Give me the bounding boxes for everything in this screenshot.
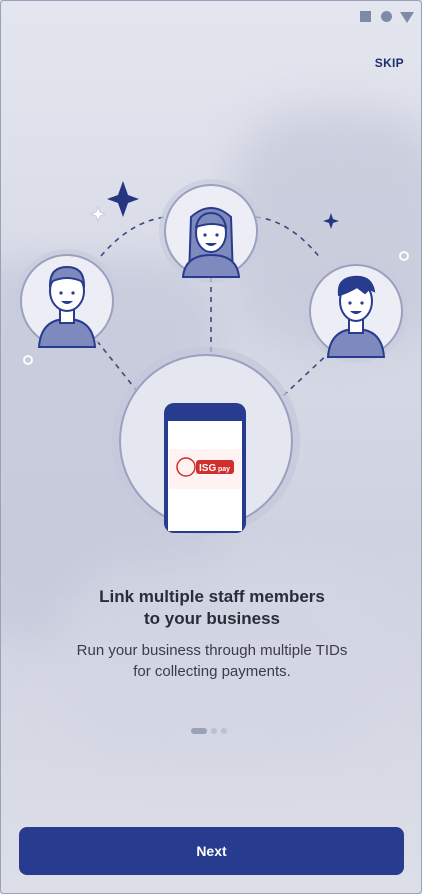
- title-line: Link multiple staff members: [99, 587, 325, 606]
- page-dot: [211, 728, 217, 734]
- subtitle-line: Run your business through multiple TIDs: [76, 642, 348, 659]
- page-indicator: [191, 728, 227, 734]
- avatar: [15, 249, 119, 353]
- staff-illustration: ISG pay: [15, 179, 409, 535]
- onboarding-title: Link multiple staff members to your busi…: [1, 586, 421, 630]
- sparkle-icon: [89, 205, 107, 223]
- logo-text: ISG: [199, 463, 216, 474]
- status-bar: [1, 1, 421, 31]
- avatar: [159, 179, 263, 283]
- screen-frame: SKIP ISG pay Link multiple staff members…: [0, 0, 422, 894]
- sparkle-icon: [107, 181, 139, 217]
- ring-decor: [23, 355, 33, 365]
- avatar: [304, 259, 408, 363]
- triangle-icon: [400, 12, 414, 23]
- phone-illustration: [112, 347, 300, 535]
- circle-icon: [381, 11, 392, 22]
- ring-decor: [399, 251, 409, 261]
- square-icon: [360, 11, 371, 22]
- onboarding-subtitle: Run your business through multiple TIDs …: [1, 640, 421, 682]
- page-dot-active: [191, 728, 207, 734]
- title-line: to your business: [143, 609, 281, 628]
- next-button[interactable]: Next: [19, 827, 404, 875]
- logo-subtext: pay: [218, 466, 230, 473]
- skip-button[interactable]: SKIP: [375, 56, 404, 70]
- sparkle-icon: [323, 213, 339, 229]
- page-dot: [221, 728, 227, 734]
- subtitle-line: for collecting payments.: [133, 663, 291, 680]
